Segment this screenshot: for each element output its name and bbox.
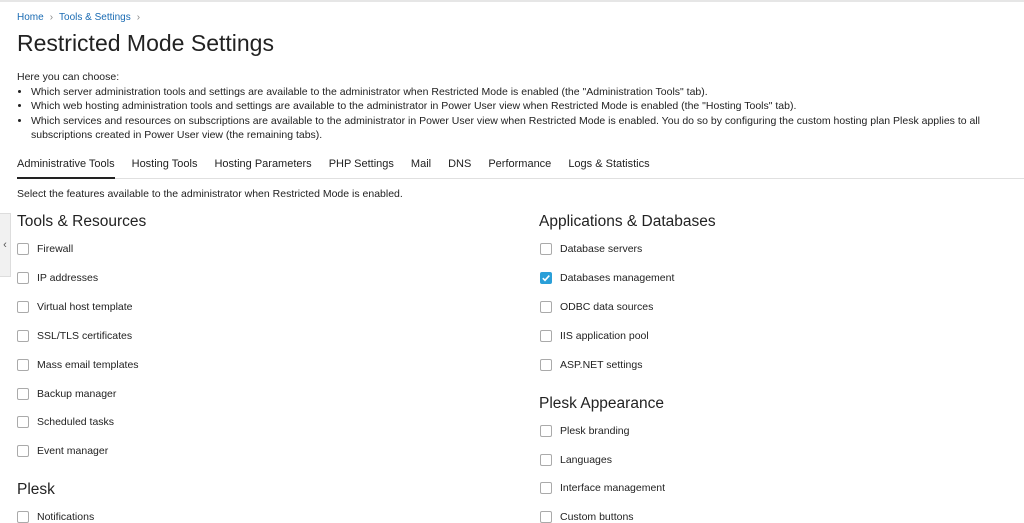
checkbox-notifications[interactable]: Notifications	[17, 511, 94, 523]
breadcrumb-home[interactable]: Home	[17, 12, 44, 23]
chevron-left-icon: ‹	[3, 239, 7, 251]
checkbox-databases-management[interactable]: Databases management	[540, 272, 674, 284]
checkbox-odbc-data-sources[interactable]: ODBC data sources	[540, 301, 653, 313]
section-title-tools-resources: Tools & Resources	[17, 213, 147, 230]
checkbox-label: Database servers	[560, 243, 643, 255]
checkbox-box[interactable]	[17, 511, 29, 523]
check-icon	[542, 275, 550, 282]
checkbox-languages[interactable]: Languages	[540, 454, 612, 466]
tab-hosting-tools[interactable]: Hosting Tools	[132, 151, 198, 177]
checkbox-label: Firewall	[37, 243, 74, 255]
checkbox-box[interactable]	[17, 272, 29, 284]
checkbox-interface-management[interactable]: Interface management	[540, 482, 665, 494]
breadcrumb: Home › Tools & Settings ›	[17, 12, 146, 23]
sidebar-toggle[interactable]: ‹	[0, 213, 11, 277]
checkbox-label: ASP.NET settings	[560, 359, 643, 371]
checkbox-box[interactable]	[17, 359, 29, 371]
section-title-plesk-appearance: Plesk Appearance	[539, 395, 664, 412]
checkbox-box[interactable]	[540, 301, 552, 313]
checkbox-box-checked[interactable]	[540, 272, 552, 284]
tab-bar: Administrative Tools Hosting Tools Hosti…	[17, 151, 1024, 179]
checkbox-label: Languages	[560, 454, 612, 466]
checkbox-database-servers[interactable]: Database servers	[540, 243, 642, 255]
checkbox-ssl-tls-certificates[interactable]: SSL/TLS certificates	[17, 330, 132, 342]
checkbox-label: Backup manager	[37, 388, 117, 400]
intro-list: Which server administration tools and se…	[17, 85, 1007, 143]
checkbox-box[interactable]	[17, 445, 29, 457]
checkbox-box[interactable]	[540, 425, 552, 437]
top-border	[0, 0, 1024, 2]
checkbox-label: Virtual host template	[37, 301, 133, 313]
checkbox-ip-addresses[interactable]: IP addresses	[17, 272, 98, 284]
checkbox-label: ODBC data sources	[560, 301, 654, 313]
checkbox-label: IP addresses	[37, 272, 99, 284]
tab-mail[interactable]: Mail	[411, 151, 431, 177]
checkbox-asp-net-settings[interactable]: ASP.NET settings	[540, 359, 643, 371]
intro-item: Which server administration tools and se…	[31, 85, 1007, 100]
checkbox-box[interactable]	[540, 330, 552, 342]
checkbox-virtual-host-template[interactable]: Virtual host template	[17, 301, 133, 313]
tab-logs-statistics[interactable]: Logs & Statistics	[568, 151, 649, 177]
page-title: Restricted Mode Settings	[17, 30, 274, 56]
checkbox-box[interactable]	[17, 301, 29, 313]
tab-dns[interactable]: DNS	[448, 151, 471, 177]
checkbox-label: Event manager	[37, 445, 109, 457]
checkbox-label: Mass email templates	[37, 359, 139, 371]
tab-administrative-tools[interactable]: Administrative Tools	[17, 151, 115, 179]
checkbox-label: Notifications	[37, 511, 95, 523]
checkbox-box[interactable]	[17, 243, 29, 255]
tab-hosting-parameters[interactable]: Hosting Parameters	[214, 151, 311, 177]
checkbox-scheduled-tasks[interactable]: Scheduled tasks	[17, 416, 114, 428]
checkbox-iis-application-pool[interactable]: IIS application pool	[540, 330, 649, 342]
checkbox-mass-email-templates[interactable]: Mass email templates	[17, 359, 139, 371]
checkbox-box[interactable]	[540, 243, 552, 255]
checkbox-label: IIS application pool	[560, 330, 649, 342]
chevron-right-icon: ›	[49, 12, 54, 23]
checkbox-plesk-branding[interactable]: Plesk branding	[540, 425, 629, 437]
checkbox-box[interactable]	[17, 416, 29, 428]
checkbox-box[interactable]	[540, 511, 552, 523]
section-title-plesk: Plesk	[17, 481, 55, 498]
intro-lead: Here you can choose:	[17, 71, 120, 83]
section-title-applications-databases: Applications & Databases	[539, 213, 716, 230]
intro-item: Which web hosting administration tools a…	[31, 99, 1007, 114]
checkbox-box[interactable]	[17, 388, 29, 400]
checkbox-label: Interface management	[560, 482, 666, 494]
checkbox-firewall[interactable]: Firewall	[17, 243, 73, 255]
checkbox-event-manager[interactable]: Event manager	[17, 445, 108, 457]
checkbox-label: Custom buttons	[560, 511, 634, 523]
tab-php-settings[interactable]: PHP Settings	[329, 151, 394, 177]
checkbox-label: Databases management	[560, 272, 675, 284]
checkbox-custom-buttons[interactable]: Custom buttons	[540, 511, 634, 523]
checkbox-box[interactable]	[17, 330, 29, 342]
checkbox-label: Plesk branding	[560, 425, 630, 437]
checkbox-box[interactable]	[540, 454, 552, 466]
checkbox-label: Scheduled tasks	[37, 416, 115, 428]
breadcrumb-tools-settings[interactable]: Tools & Settings	[59, 12, 131, 23]
checkbox-box[interactable]	[540, 359, 552, 371]
checkbox-box[interactable]	[540, 482, 552, 494]
chevron-right-icon: ›	[136, 12, 141, 23]
tab-description: Select the features available to the adm…	[17, 188, 403, 200]
checkbox-backup-manager[interactable]: Backup manager	[17, 388, 116, 400]
intro: Here you can choose: Which server admini…	[17, 70, 1007, 143]
tab-performance[interactable]: Performance	[488, 151, 551, 177]
checkbox-label: SSL/TLS certificates	[37, 330, 133, 342]
intro-item: Which services and resources on subscrip…	[31, 114, 1007, 143]
